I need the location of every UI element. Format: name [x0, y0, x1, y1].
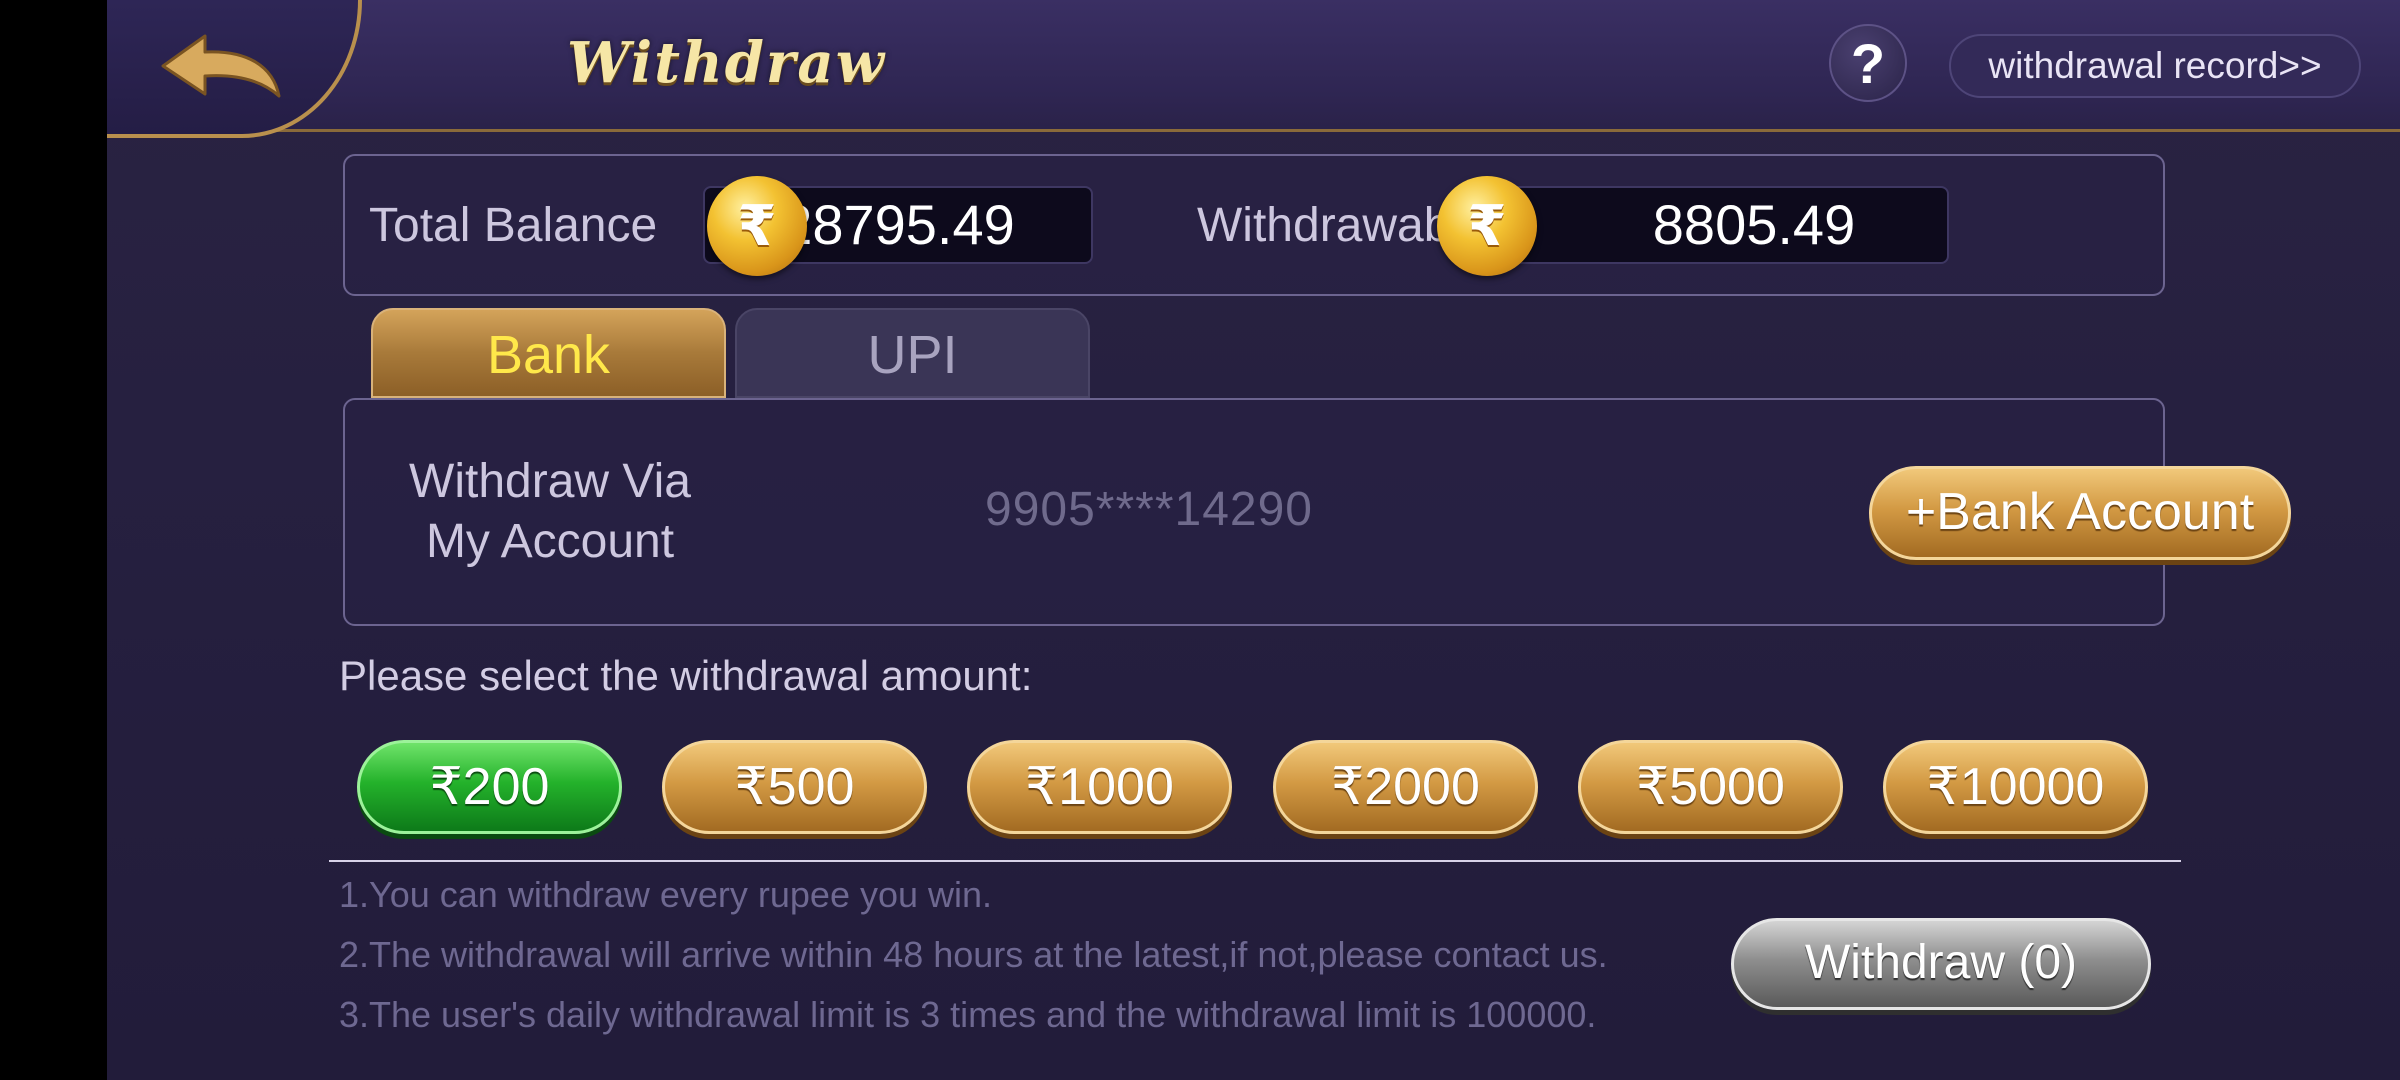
amount-option-500[interactable]: ₹500 [662, 740, 927, 834]
rupee-coin-icon: ₹ [1437, 176, 1537, 276]
tab-bank[interactable]: Bank [371, 308, 726, 398]
withdraw-via-line2: My Account [425, 515, 675, 568]
back-arrow-icon[interactable] [157, 30, 287, 100]
note-1: 1.You can withdraw every rupee you win. [339, 874, 993, 915]
amount-prompt: Please select the withdrawal amount: [339, 652, 1033, 699]
amount-option-200[interactable]: ₹200 [357, 740, 622, 834]
withdraw-button[interactable]: Withdraw (0) [1731, 918, 2151, 1010]
page-title: Withdraw [567, 30, 886, 96]
note-2: 2.The withdrawal will arrive within 48 h… [339, 934, 1608, 975]
account-panel: Withdraw Via My Account 9905****14290 +B… [343, 398, 2291, 626]
help-button[interactable]: ? [1829, 24, 1907, 102]
tab-upi[interactable]: UPI [735, 308, 1090, 398]
withdrawable-value: 8805.49 [1479, 186, 1949, 264]
total-balance-label: Total Balance [369, 199, 658, 252]
account-number: 9905****14290 [985, 483, 1313, 536]
note-3: 3.The user's daily withdrawal limit is 3… [339, 994, 1597, 1035]
withdraw-via-line1: Withdraw Via [409, 455, 691, 508]
withdraw-via-label: Withdraw Via My Account [395, 452, 705, 572]
amount-option-2000[interactable]: ₹2000 [1273, 740, 1538, 834]
divider [329, 860, 2181, 862]
left-black-bar [0, 0, 107, 1080]
amount-option-1000[interactable]: ₹1000 [967, 740, 1232, 834]
rupee-coin-icon: ₹ [707, 176, 807, 276]
back-button[interactable] [107, 0, 362, 138]
amount-option-10000[interactable]: ₹10000 [1883, 740, 2148, 834]
amount-option-5000[interactable]: ₹5000 [1578, 740, 1843, 834]
header-bar: Withdraw ? withdrawal record>> [107, 0, 2400, 138]
withdraw-screen: Withdraw ? withdrawal record>> Total Bal… [107, 0, 2400, 1080]
add-bank-account-button[interactable]: +Bank Account [1869, 466, 2291, 560]
balance-panel: Total Balance 28795.49 ₹ Withdrawable 88… [343, 154, 2165, 296]
withdrawal-record-button[interactable]: withdrawal record>> [1949, 34, 2361, 98]
